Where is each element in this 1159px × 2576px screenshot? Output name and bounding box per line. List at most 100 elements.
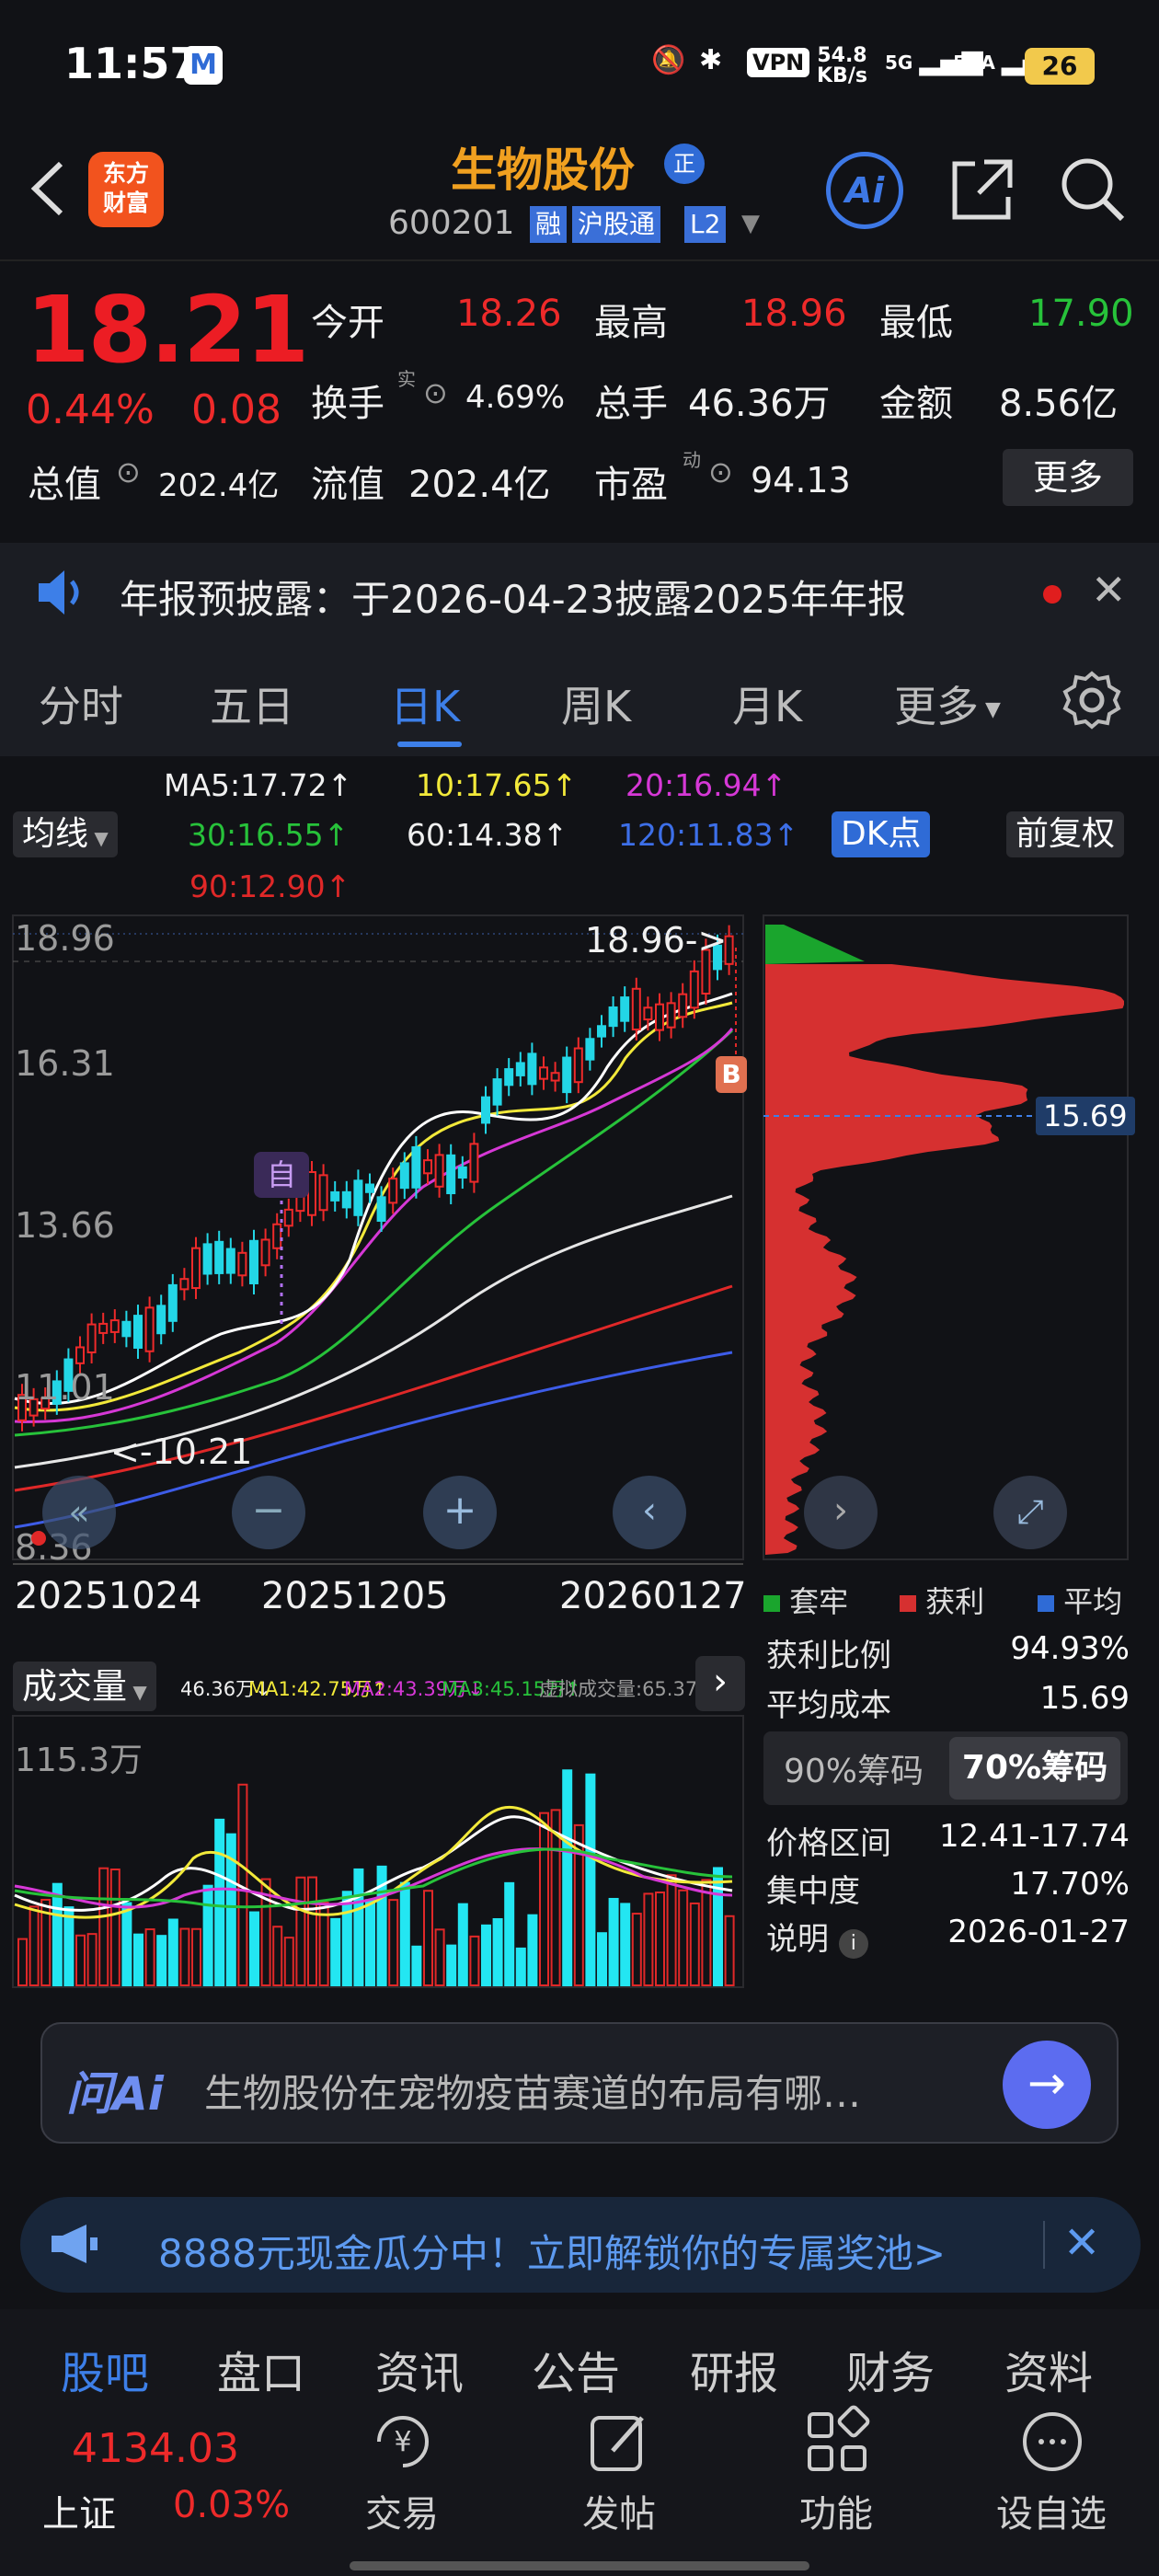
indicator-selector-button[interactable]: 成交量 ▼ <box>13 1662 156 1711</box>
volume-bar <box>655 1891 665 1986</box>
candle <box>689 970 699 1009</box>
volume-bar <box>98 1867 109 1986</box>
profit-ratio-value: 94.93% <box>1010 1630 1130 1667</box>
tab-research[interactable]: 研报 <box>690 2337 778 2401</box>
close-icon[interactable]: ✕ <box>1063 2217 1100 2269</box>
volume-bar <box>608 1897 619 1986</box>
candle <box>411 1145 421 1189</box>
note-value: 2026-01-27 <box>947 1914 1130 1950</box>
candle <box>446 1154 456 1195</box>
candle <box>678 993 688 1018</box>
tab-news[interactable]: 资讯 <box>375 2337 464 2401</box>
candle <box>167 1283 178 1322</box>
self-select-marker[interactable]: 自 <box>254 1152 309 1198</box>
volume-bar <box>63 1906 75 1986</box>
volume-bar <box>527 1914 538 1987</box>
note-label: 说明 i <box>766 1914 868 1959</box>
volume-bar <box>457 1903 468 1986</box>
concentration-label: 集中度 <box>766 1873 860 1910</box>
candle <box>283 1208 293 1227</box>
date-end: 20260127 <box>559 1575 747 1617</box>
candle <box>237 1251 247 1277</box>
tab-forum[interactable]: 股吧 <box>61 2337 149 2401</box>
index-widget[interactable]: 4134.03 上证 0.03% <box>28 2420 313 2539</box>
volume-bar <box>423 1890 433 1986</box>
candle <box>272 1223 282 1249</box>
volume-bar <box>399 1881 410 1986</box>
profit-ratio-label: 获利比例 <box>766 1638 891 1674</box>
candle <box>86 1323 97 1353</box>
chip-next-button[interactable]: › <box>804 1476 878 1549</box>
scroll-left-button[interactable]: ‹ <box>613 1476 686 1549</box>
avg-cost-label: 平均成本 <box>766 1687 891 1724</box>
avg-cost-tag: 15.69 <box>1036 1097 1135 1135</box>
tab-announcements[interactable]: 公告 <box>532 2337 620 2401</box>
volume-bar <box>724 1915 735 1986</box>
candle <box>620 996 630 1022</box>
y-label-2: 16.31 <box>15 1043 115 1084</box>
volume-bar <box>167 1918 178 1986</box>
volume-bar <box>156 1935 167 1987</box>
y-label-top: 18.96 <box>15 918 115 959</box>
candle <box>260 1238 270 1267</box>
chevron-right-icon[interactable]: › <box>695 1656 745 1711</box>
candle <box>156 1305 166 1335</box>
candle <box>318 1174 328 1212</box>
expand-icon[interactable]: ⤢ <box>993 1476 1067 1549</box>
candle <box>365 1183 374 1193</box>
trade-icon: ¥ <box>366 2405 440 2482</box>
volume-bar <box>29 1905 40 1986</box>
nav-post[interactable]: 发帖 <box>550 2484 688 2537</box>
volume-bar <box>353 1868 364 1986</box>
candle <box>562 1056 572 1094</box>
candles <box>17 925 734 1432</box>
index-value: 4134.03 <box>72 2425 239 2472</box>
ask-ai-bar[interactable]: 问Ai 生物股份在宠物疫苗赛道的布局有哪… → <box>40 2022 1119 2144</box>
volume-bar <box>666 1874 677 1986</box>
zoom-out-button[interactable]: − <box>232 1476 305 1549</box>
svg-text:¥: ¥ <box>394 2426 411 2458</box>
volume-bar <box>434 1928 445 1987</box>
nav-trade[interactable]: 交易 <box>333 2484 471 2537</box>
high-price-note: 18.96-> <box>585 920 728 960</box>
volume-bars <box>17 1769 735 1987</box>
megaphone-icon <box>48 2221 101 2271</box>
tab-finance[interactable]: 财务 <box>846 2337 935 2401</box>
candle <box>376 1196 386 1222</box>
volume-bar <box>307 1876 317 1987</box>
tab-chip-90[interactable]: 90%筹码 <box>784 1744 924 1792</box>
volume-y-top: 115.3万 <box>15 1742 143 1779</box>
candle <box>597 1025 606 1038</box>
tab-profile[interactable]: 资料 <box>1004 2337 1093 2401</box>
nav-functions[interactable]: 功能 <box>767 2484 905 2537</box>
chart-canvas[interactable] <box>0 0 1159 2006</box>
candle <box>179 1278 189 1291</box>
functions-icon <box>800 2405 874 2482</box>
index-pct: 0.03% <box>173 2484 291 2526</box>
ask-ai-label: 问Ai <box>66 2067 164 2121</box>
candle <box>133 1315 143 1349</box>
candle <box>75 1346 85 1364</box>
tab-orderbook[interactable]: 盘口 <box>217 2337 305 2401</box>
date-mid: 20251205 <box>261 1575 449 1617</box>
date-start: 20251024 <box>15 1575 202 1617</box>
virtual-volume: 虚拟成交量:65.37万 <box>539 1678 717 1700</box>
buy-marker[interactable]: B <box>716 1056 747 1093</box>
volume-bar <box>202 1884 213 1987</box>
volume-bar <box>86 1933 98 1987</box>
promo-banner[interactable]: 8888元现金瓜分中！立即解锁你的专属奖池> ✕ <box>20 2197 1141 2293</box>
volume-bar <box>689 1902 700 1986</box>
volume-bar <box>214 1818 225 1986</box>
volume-bar <box>539 1811 549 1986</box>
nav-add-watchlist[interactable]: 设自选 <box>982 2484 1120 2537</box>
candle <box>214 1240 224 1274</box>
send-arrow-icon[interactable]: → <box>1003 2041 1091 2129</box>
volume-bar <box>492 1917 503 1986</box>
volume-bar <box>330 1917 341 1986</box>
tab-chip-70[interactable]: 70%筹码 <box>949 1737 1120 1800</box>
zoom-in-button[interactable]: + <box>423 1476 497 1549</box>
volume-bar <box>144 1928 155 1986</box>
y-label-3: 13.66 <box>15 1205 115 1246</box>
volume-bar <box>678 1889 689 1986</box>
rewind-button[interactable]: « <box>42 1476 116 1549</box>
